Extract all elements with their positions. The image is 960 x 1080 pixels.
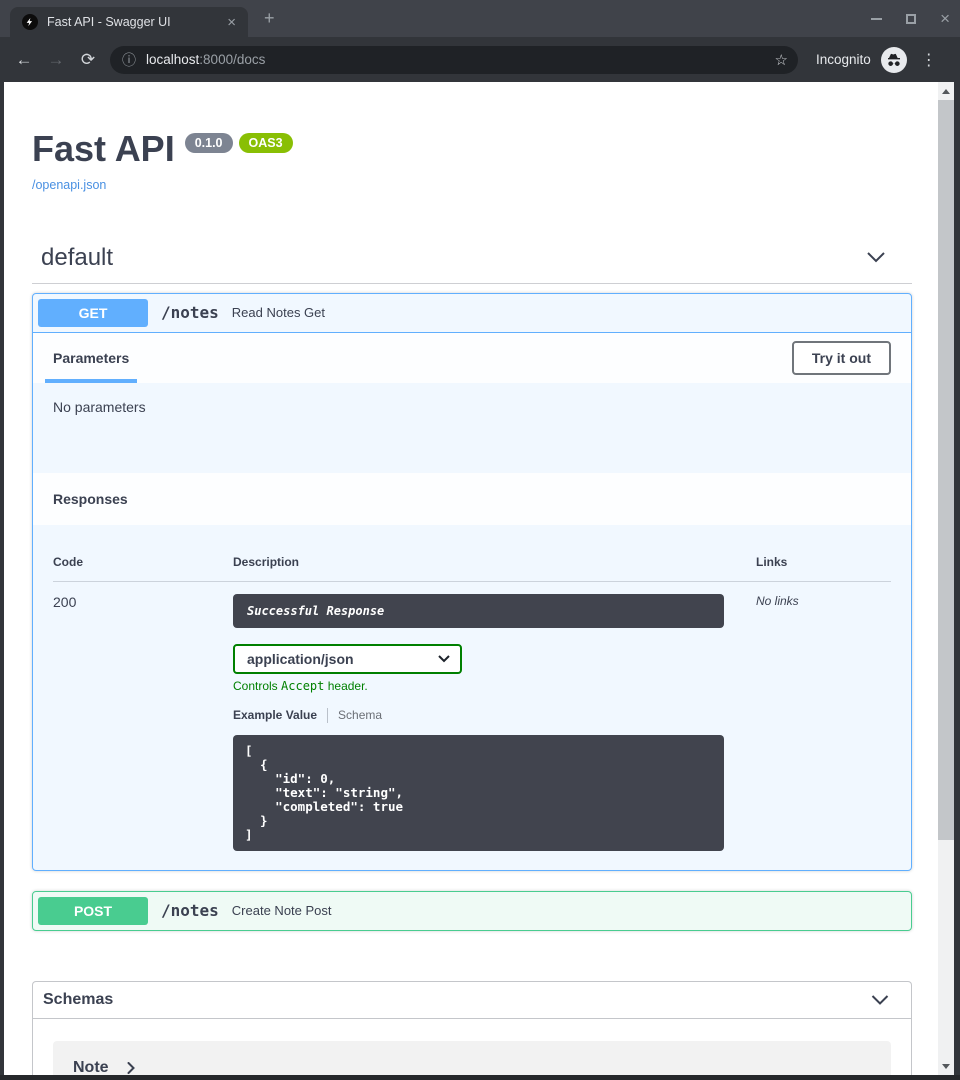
model-note[interactable]: Note <box>53 1041 891 1075</box>
chevron-right-icon <box>127 1062 135 1074</box>
browser-tab[interactable]: Fast API - Swagger UI × <box>10 7 248 37</box>
swagger-page: Fast API 0.1.0 OAS3 /openapi.json defaul… <box>4 82 938 1075</box>
scrollbar-thumb[interactable] <box>938 100 954 840</box>
forward-button[interactable]: → <box>40 50 72 70</box>
operation-summary: Read Notes Get <box>232 305 325 320</box>
schemas-title: Schemas <box>43 991 113 1009</box>
tag-section-default: default GET /notes Read Notes Get Parame… <box>32 244 912 931</box>
active-tab-underline <box>45 379 137 383</box>
responses-title: Responses <box>53 491 128 507</box>
no-parameters-text: No parameters <box>53 399 146 415</box>
responses-header: Responses <box>33 473 911 525</box>
responses-body: Code Description Links 200 Successful Re… <box>33 525 911 870</box>
triangle-down-icon <box>942 1064 950 1069</box>
tab-schema[interactable]: Schema <box>338 708 382 722</box>
column-links: Links <box>724 555 891 569</box>
opblock-summary-post[interactable]: POST /notes Create Note Post <box>33 892 911 930</box>
oas3-badge: OAS3 <box>239 133 293 153</box>
fastapi-favicon-icon <box>22 14 38 30</box>
try-it-out-button[interactable]: Try it out <box>792 341 891 375</box>
column-description: Description <box>233 555 724 569</box>
method-badge-post: POST <box>38 897 148 925</box>
tab-example-value[interactable]: Example Value <box>233 708 317 722</box>
parameters-body: No parameters <box>33 383 911 473</box>
tab-separator <box>327 708 328 723</box>
browser-toolbar: ← → ⟳ ⓘ localhost:8000/docs ☆ Incognito … <box>0 37 960 82</box>
page-scrollbar[interactable] <box>938 82 954 1075</box>
opblock-summary-get[interactable]: GET /notes Read Notes Get <box>33 294 911 333</box>
operation-path: /notes <box>161 901 219 920</box>
url-text: localhost:8000/docs <box>146 52 775 67</box>
parameters-header: Parameters Try it out <box>33 333 911 383</box>
media-type-value: application/json <box>247 651 354 667</box>
window-minimize-button[interactable] <box>871 18 882 20</box>
tab-close-icon[interactable]: × <box>225 15 238 30</box>
opblock-post-notes: POST /notes Create Note Post <box>32 891 912 931</box>
address-bar[interactable]: ⓘ localhost:8000/docs ☆ <box>110 46 798 74</box>
reload-button[interactable]: ⟳ <box>72 50 104 70</box>
schemas-header[interactable]: Schemas <box>33 982 911 1019</box>
page-title: Fast API <box>32 130 175 168</box>
select-chevron-down-icon <box>438 655 450 663</box>
browser-titlebar: Fast API - Swagger UI × + × <box>0 0 960 37</box>
window-border-bottom <box>0 1075 960 1080</box>
column-code: Code <box>53 555 233 569</box>
tag-title: default <box>41 244 113 272</box>
tag-header[interactable]: default <box>32 244 912 284</box>
chevron-down-icon <box>866 252 886 263</box>
accept-header-hint: Controls Accept header. <box>233 679 724 693</box>
new-tab-button[interactable]: + <box>264 8 275 29</box>
url-host: localhost <box>146 52 199 67</box>
method-badge-get: GET <box>38 299 148 327</box>
openapi-spec-link[interactable]: /openapi.json <box>32 178 106 192</box>
response-description-box: Successful Response <box>233 594 724 628</box>
chevron-down-icon <box>871 995 889 1005</box>
window-close-button[interactable]: × <box>940 10 950 27</box>
operation-path: /notes <box>161 303 219 322</box>
incognito-icon <box>881 47 907 73</box>
response-code: 200 <box>53 594 233 851</box>
opblock-get-notes: GET /notes Read Notes Get Parameters Try… <box>32 293 912 871</box>
responses-table-header: Code Description Links <box>53 555 891 582</box>
scroll-up-button[interactable] <box>938 83 954 99</box>
browser-menu-button[interactable]: ⋮ <box>921 50 937 70</box>
operation-summary: Create Note Post <box>232 903 332 918</box>
incognito-label: Incognito <box>816 52 871 67</box>
version-badge: 0.1.0 <box>185 133 233 153</box>
url-path: :8000/docs <box>199 52 265 67</box>
example-json-block: [ { "id": 0, "text": "string", "complete… <box>233 735 724 851</box>
window-border-right <box>954 82 960 1080</box>
accept-code: Accept <box>281 679 324 693</box>
tab-title: Fast API - Swagger UI <box>47 15 225 29</box>
schemas-section: Schemas Note <box>32 981 912 1075</box>
response-links: No links <box>724 594 891 851</box>
window-maximize-button[interactable] <box>906 14 916 24</box>
back-button[interactable]: ← <box>8 50 40 70</box>
media-type-select[interactable]: application/json <box>233 644 462 674</box>
site-info-icon[interactable]: ⓘ <box>122 50 136 70</box>
triangle-up-icon <box>942 89 950 94</box>
example-schema-tabs: Example Value Schema <box>233 708 724 723</box>
api-info: Fast API 0.1.0 OAS3 /openapi.json <box>32 82 912 194</box>
window-border-left <box>0 82 4 1080</box>
parameters-tab: Parameters <box>53 350 129 366</box>
response-row-200: 200 Successful Response application/json… <box>53 582 891 851</box>
bookmark-star-icon[interactable]: ☆ <box>775 51 788 69</box>
scroll-down-button[interactable] <box>938 1058 954 1074</box>
model-name: Note <box>73 1059 109 1075</box>
